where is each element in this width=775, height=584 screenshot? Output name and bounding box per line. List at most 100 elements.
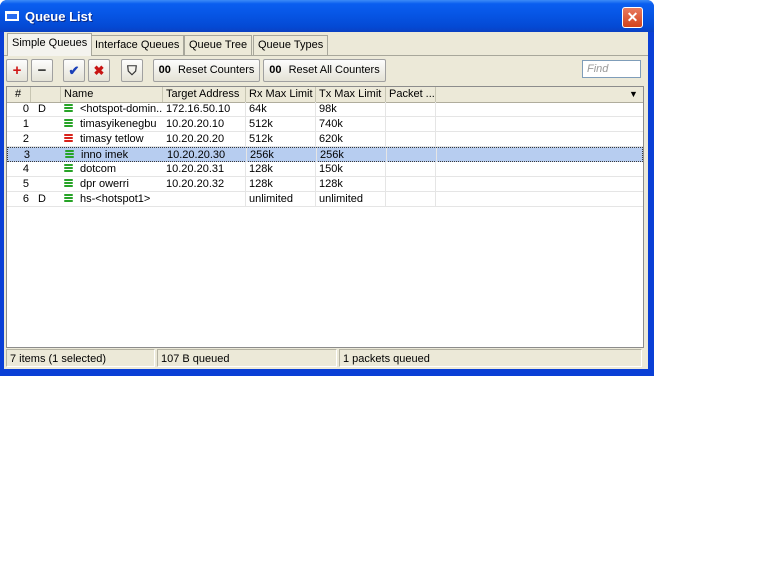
- col-header-rx-max-limit[interactable]: Rx Max Limit: [246, 87, 316, 102]
- row-flag: [36, 148, 62, 162]
- row-packet: [386, 132, 436, 146]
- row-name: <hotspot-domin...: [80, 103, 163, 115]
- disable-button[interactable]: ✖: [88, 59, 110, 82]
- close-button[interactable]: ✕: [622, 7, 643, 28]
- reset-counters-label: Reset Counters: [177, 64, 255, 76]
- reset-all-counters-label: Reset All Counters: [288, 64, 380, 76]
- row-name: hs-<hotspot1>: [80, 193, 151, 205]
- row-flag: [35, 162, 61, 176]
- column-chooser-dropdown-icon[interactable]: ▼: [625, 87, 643, 102]
- queue-list-window: Queue List ✕ Simple Queues Interface Que…: [0, 0, 654, 376]
- row-number: 3: [23, 149, 30, 161]
- row-flag: [35, 177, 61, 191]
- reset-counters-button[interactable]: 00 Reset Counters: [153, 59, 260, 82]
- queue-enabled-icon: [64, 119, 73, 130]
- row-target-address: 10.20.20.30: [164, 148, 247, 162]
- tab-queue-types[interactable]: Queue Types: [253, 35, 329, 55]
- row-packet: [386, 192, 436, 206]
- col-header-name[interactable]: Name: [61, 87, 163, 102]
- row-tx-max-limit: 620k: [316, 132, 386, 146]
- row-rx-max-limit: 256k: [247, 148, 317, 162]
- table-row[interactable]: 2 timasy tetlow 10.20.20.20 512k 620k: [7, 132, 643, 147]
- queue-enabled-icon: [64, 104, 73, 115]
- row-packet: [386, 162, 436, 176]
- row-flag: D: [38, 193, 46, 205]
- tab-interface-queues[interactable]: Interface Queues: [90, 35, 185, 55]
- row-packet: [387, 148, 437, 162]
- row-tx-max-limit: 98k: [316, 102, 386, 116]
- queue-table: # Name Target Address Rx Max Limit Tx Ma…: [6, 86, 644, 348]
- add-button[interactable]: +: [6, 59, 28, 82]
- row-target-address: 10.20.20.10: [163, 117, 246, 131]
- row-target-address: 10.20.20.20: [163, 132, 246, 146]
- table-row[interactable]: 5 dpr owerri 10.20.20.32 128k 128k: [7, 177, 643, 192]
- remove-button[interactable]: −: [31, 59, 53, 82]
- counter-icon: 00: [158, 64, 171, 76]
- table-row[interactable]: 0 D <hotspot-domin... 172.16.50.10 64k 98k: [7, 102, 643, 117]
- row-target-address: [163, 192, 246, 206]
- queue-enabled-icon: [64, 194, 73, 205]
- status-queued-packets: 1 packets queued: [339, 349, 642, 367]
- row-tx-max-limit: 150k: [316, 162, 386, 176]
- row-tx-max-limit: 128k: [316, 177, 386, 191]
- col-header-tx-max-limit[interactable]: Tx Max Limit: [316, 87, 386, 102]
- row-number: 0: [22, 103, 29, 115]
- table-header: # Name Target Address Rx Max Limit Tx Ma…: [7, 87, 643, 103]
- filter-button[interactable]: ⛉: [121, 59, 143, 82]
- row-flag: D: [38, 103, 46, 115]
- row-number: 6: [22, 193, 29, 205]
- row-rx-max-limit: 512k: [246, 117, 316, 131]
- row-tx-max-limit: 256k: [317, 148, 387, 162]
- row-name: dpr owerri: [80, 178, 129, 190]
- row-tx-max-limit: unlimited: [316, 192, 386, 206]
- counter-icon: 00: [269, 64, 282, 76]
- queue-enabled-icon: [65, 150, 74, 161]
- reset-all-counters-button[interactable]: 00 Reset All Counters: [263, 59, 386, 82]
- window-title: Queue List: [25, 9, 93, 24]
- row-number: 1: [22, 118, 29, 130]
- table-row[interactable]: 1 timasyikenegbu 10.20.20.10 512k 740k: [7, 117, 643, 132]
- tab-bar: Simple Queues Interface Queues Queue Tre…: [4, 32, 648, 56]
- find-input[interactable]: Find: [582, 60, 641, 78]
- row-packet: [386, 177, 436, 191]
- table-row[interactable]: 3 inno imek 10.20.20.30 256k 256k: [7, 147, 643, 162]
- row-rx-max-limit: unlimited: [246, 192, 316, 206]
- status-queued-bytes: 107 B queued: [157, 349, 337, 367]
- row-number: 4: [22, 163, 29, 175]
- row-flag: [35, 132, 61, 146]
- row-name: inno imek: [81, 149, 129, 161]
- row-name: dotcom: [80, 163, 117, 175]
- table-row[interactable]: 6 Dhs-<hotspot1> unlimited unlimited: [7, 192, 643, 207]
- queue-enabled-icon: [64, 179, 73, 190]
- table-row[interactable]: 4 dotcom 10.20.20.31 128k 150k: [7, 162, 643, 177]
- tab-panel: + − ✔ ✖ ⛉ 00 Reset Counters 00 Reset All…: [4, 55, 648, 370]
- tab-queue-tree[interactable]: Queue Tree: [184, 35, 253, 55]
- row-packet: [386, 102, 436, 116]
- title-bar[interactable]: Queue List ✕: [0, 0, 654, 32]
- row-target-address: 10.20.20.32: [163, 177, 246, 191]
- enable-button[interactable]: ✔: [63, 59, 85, 82]
- status-bar: 7 items (1 selected) 107 B queued 1 pack…: [6, 349, 646, 368]
- row-name: timasyikenegbu: [80, 118, 157, 130]
- row-rx-max-limit: 128k: [246, 177, 316, 191]
- row-target-address: 10.20.20.31: [163, 162, 246, 176]
- col-header-packet[interactable]: Packet ...: [386, 87, 436, 102]
- col-header-number[interactable]: #: [7, 87, 31, 102]
- status-items-count: 7 items (1 selected): [6, 349, 155, 367]
- window-icon: [5, 11, 19, 21]
- row-tx-max-limit: 740k: [316, 117, 386, 131]
- row-number: 5: [22, 178, 29, 190]
- queue-disabled-icon: [64, 134, 73, 145]
- col-header-target-address[interactable]: Target Address: [163, 87, 246, 102]
- row-packet: [386, 117, 436, 131]
- row-target-address: 172.16.50.10: [163, 102, 246, 116]
- row-flag: [35, 117, 61, 131]
- tab-simple-queues[interactable]: Simple Queues: [7, 33, 93, 56]
- row-number: 2: [22, 133, 29, 145]
- row-rx-max-limit: 64k: [246, 102, 316, 116]
- row-name: timasy tetlow: [80, 133, 144, 145]
- row-rx-max-limit: 128k: [246, 162, 316, 176]
- queue-enabled-icon: [64, 164, 73, 175]
- col-header-flags[interactable]: [31, 87, 61, 102]
- row-rx-max-limit: 512k: [246, 132, 316, 146]
